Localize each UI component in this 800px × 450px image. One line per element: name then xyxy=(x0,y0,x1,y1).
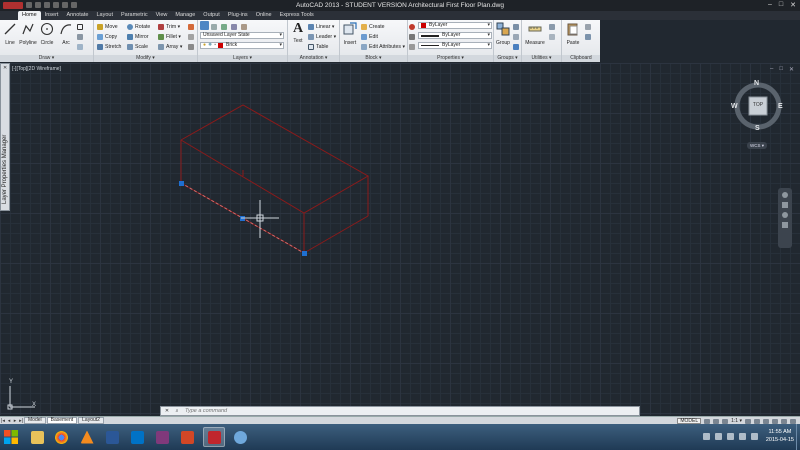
volume-icon[interactable] xyxy=(726,432,734,440)
word-icon xyxy=(105,430,119,444)
taskbar-outlook[interactable] xyxy=(126,427,148,447)
layout-tab-layout2[interactable]: Layout2 xyxy=(78,417,104,424)
layout-status-bar: |◂ ◂ ▸ ▸| Model Basement Layout2 MODEL 1… xyxy=(0,416,800,424)
zoom-icon[interactable] xyxy=(782,212,788,218)
system-clock[interactable]: 11:55 AM 2015-04-15 xyxy=(766,428,794,444)
command-line: ✕ ⌕ xyxy=(160,406,640,416)
powerpoint-icon xyxy=(180,430,194,444)
command-line-close-icon[interactable]: ✕ xyxy=(163,407,171,415)
lock-ui-icon[interactable] xyxy=(763,418,769,424)
taskbar-paint[interactable] xyxy=(229,427,251,447)
paint-icon xyxy=(233,430,247,444)
system-tray: 11:55 AM 2015-04-15 xyxy=(702,428,794,444)
drawing-geometry[interactable] xyxy=(0,0,800,450)
layout-tab-model[interactable]: Model xyxy=(24,417,46,424)
show-desktop-button[interactable] xyxy=(796,424,800,450)
box-right-bottom xyxy=(303,215,369,254)
command-input[interactable] xyxy=(185,407,585,415)
clock-date: 2015-04-15 xyxy=(765,437,794,443)
taskbar-vlc[interactable] xyxy=(76,427,98,447)
power-icon[interactable] xyxy=(738,432,746,440)
annotation-scale-icon[interactable] xyxy=(722,418,729,424)
pan-icon[interactable] xyxy=(782,202,788,208)
quick-view-layouts-icon[interactable] xyxy=(704,418,711,424)
steering-wheel-icon[interactable] xyxy=(782,192,788,198)
orbit-icon[interactable] xyxy=(782,222,788,228)
grip-end xyxy=(302,251,307,256)
clock-time: 11:55 AM xyxy=(768,429,792,435)
compass-north[interactable]: N xyxy=(754,80,759,87)
workspace-switching-icon[interactable] xyxy=(754,418,760,424)
outlook-icon xyxy=(130,430,144,444)
grip-start xyxy=(179,181,184,186)
compass-west[interactable]: W xyxy=(731,103,738,110)
vlc-icon xyxy=(80,430,94,444)
tray-arrow-icon[interactable] xyxy=(702,432,710,440)
taskbar-autocad[interactable] xyxy=(203,427,225,447)
wcs-menu-button[interactable]: WCS ▾ xyxy=(747,142,767,149)
layer-properties-palette[interactable]: ✕ Layer Properties Manager xyxy=(0,63,10,211)
onenote-icon xyxy=(155,430,169,444)
isolate-objects-icon[interactable] xyxy=(781,418,787,424)
taskbar-file-explorer[interactable] xyxy=(26,427,48,447)
autocad-icon xyxy=(207,430,221,444)
compass-south[interactable]: S xyxy=(755,125,760,132)
navigation-bar[interactable] xyxy=(778,188,792,248)
taskbar-onenote[interactable] xyxy=(151,427,173,447)
ucs-y-label: Y xyxy=(9,379,14,385)
folder-icon xyxy=(30,430,44,444)
action-center-icon[interactable] xyxy=(750,432,758,440)
taskbar-chrome[interactable] xyxy=(50,427,72,447)
network-icon[interactable] xyxy=(714,432,722,440)
windows-start-icon[interactable] xyxy=(3,429,19,445)
quick-view-drawings-icon[interactable] xyxy=(713,418,720,424)
palette-title: Layer Properties Manager xyxy=(2,134,8,204)
taskbar-powerpoint[interactable] xyxy=(176,427,198,447)
annotation-visibility-icon[interactable] xyxy=(745,418,751,424)
compass-east[interactable]: E xyxy=(778,103,783,110)
palette-close-icon[interactable]: ✕ xyxy=(3,65,7,71)
windows-taskbar: 11:55 AM 2015-04-15 xyxy=(0,424,800,450)
hardware-acceleration-icon[interactable] xyxy=(772,418,778,424)
ucs-x-label: X xyxy=(32,402,37,408)
command-line-search-icon[interactable]: ⌕ xyxy=(173,407,181,415)
crosshair-cursor xyxy=(241,200,279,238)
clean-screen-icon[interactable] xyxy=(790,418,796,424)
layout-tab-basement[interactable]: Basement xyxy=(46,417,78,424)
chrome-icon xyxy=(54,430,68,444)
viewcube-top-label: TOP xyxy=(752,102,764,108)
box-top-face xyxy=(180,104,370,214)
taskbar-word[interactable] xyxy=(101,427,123,447)
